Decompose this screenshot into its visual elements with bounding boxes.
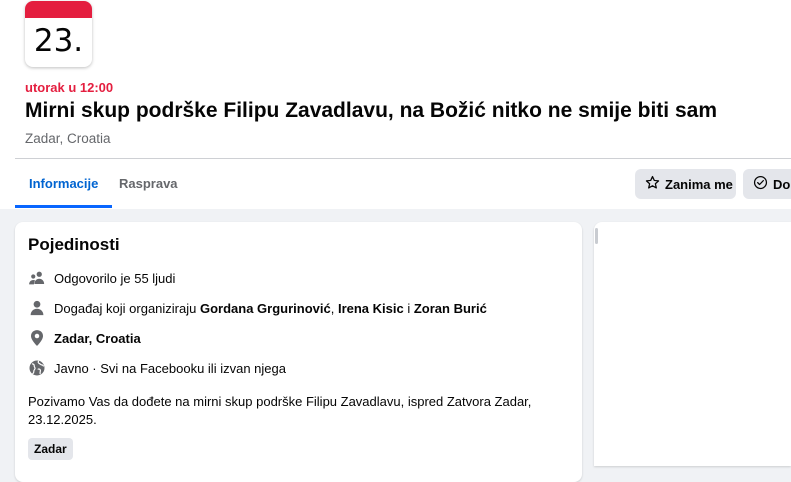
- header-divider: [15, 158, 791, 159]
- responded-row: Odgovorilo je 55 ljudi: [28, 269, 175, 287]
- tab-informacije[interactable]: Informacije: [15, 160, 113, 208]
- organizer-prefix: Događaj koji organiziraju: [54, 300, 200, 316]
- event-location[interactable]: Zadar, Croatia: [25, 131, 111, 146]
- organizer-separator-2: i: [403, 300, 414, 316]
- going-button[interactable]: Dolazim: [743, 169, 791, 199]
- map-panel[interactable]: [594, 222, 791, 466]
- person-icon: [28, 299, 46, 317]
- place-link[interactable]: Zadar, Croatia: [54, 331, 141, 346]
- organizer-separator-1: ,: [330, 300, 338, 316]
- event-datetime: utorak u 12:00: [25, 80, 114, 95]
- interested-label: Zanima me: [665, 176, 733, 192]
- star-icon: [645, 175, 665, 193]
- interested-button[interactable]: Zanima me: [635, 169, 736, 199]
- organizer-row: Događaj koji organiziraju Gordana Grguri…: [28, 299, 487, 317]
- event-header: 23. utorak u 12:00 Mirni skup podrške Fi…: [0, 0, 791, 209]
- people-icon: [28, 269, 46, 287]
- details-heading: Pojedinosti: [28, 235, 120, 254]
- going-label: Dolazim: [773, 176, 791, 192]
- globe-icon: [28, 359, 46, 377]
- tab-rasprava[interactable]: Rasprava: [105, 160, 192, 207]
- privacy-text: Javno · Svi na Facebooku ili izvan njega: [54, 360, 286, 376]
- calendar-day: 23.: [33, 23, 84, 59]
- event-title: Mirni skup podrške Filipu Zavadlavu, na …: [25, 99, 717, 122]
- calendar-badge-band: [25, 1, 92, 18]
- calendar-badge: 23.: [25, 1, 92, 67]
- responded-text: Odgovorilo je 55 ljudi: [54, 270, 176, 286]
- check-circle-icon: [753, 175, 773, 193]
- privacy-row: Javno · Svi na Facebooku ili izvan njega: [28, 359, 286, 377]
- organizer-link-2[interactable]: Irena Kisic: [338, 301, 404, 316]
- details-card: Pojedinosti Odgovorilo je 55 ljudi Događ…: [15, 222, 582, 482]
- event-description: Pozivamo Vas da dođete na mirni skup pod…: [28, 394, 532, 427]
- location-pin-icon: [28, 329, 46, 347]
- place-row: Zadar, Croatia: [28, 329, 141, 347]
- tag-chip[interactable]: Zadar: [28, 438, 73, 460]
- map-scroll-handle[interactable]: [595, 228, 598, 244]
- organizer-link-3[interactable]: Zoran Burić: [414, 301, 487, 316]
- organizer-link-1[interactable]: Gordana Grgurinović: [200, 301, 331, 316]
